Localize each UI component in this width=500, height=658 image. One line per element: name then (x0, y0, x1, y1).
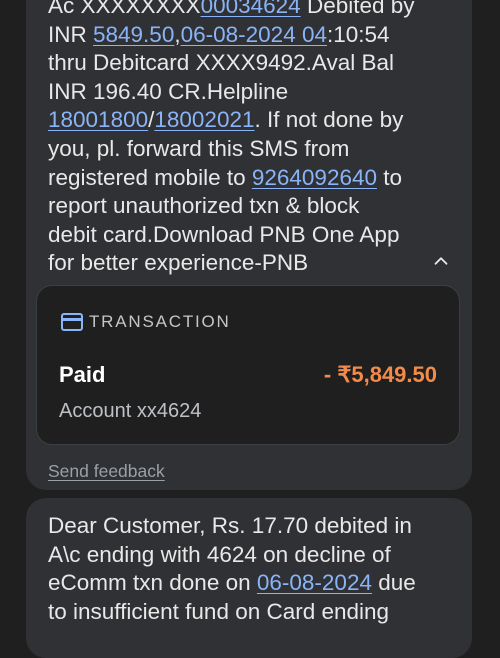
phone-number-link[interactable]: 9264092640 (252, 165, 377, 190)
sms-message-bubble[interactable]: Dear Customer, Rs. 17.70 debited in A\c … (26, 498, 472, 658)
chevron-up-icon[interactable] (430, 250, 452, 272)
sms-line: 18001800/18002021. If not done by (48, 107, 404, 133)
sms-line: A\c ending with 4624 on decline of (48, 541, 391, 567)
date-link[interactable]: 06-08-2024 04 (181, 22, 327, 47)
sms-line: thru Debitcard XXXX9492.Aval Bal (48, 50, 395, 76)
sms-line: registered mobile to 9264092640 to (48, 164, 403, 190)
transaction-label-text: TRANSACTION (89, 312, 231, 331)
sms-line: to insufficient fund on Card ending (48, 598, 390, 624)
transaction-card[interactable]: TRANSACTION Paid - ₹5,849.50 Account xx4… (36, 285, 460, 445)
credit-card-icon (61, 313, 83, 331)
sms-message-bubble[interactable]: Ac XXXXXXXX00034624 Debited by INR 5849.… (26, 0, 472, 490)
sms-line: INR 196.40 CR.Helpline (48, 78, 289, 104)
transaction-account: Account xx4624 (59, 400, 202, 422)
sms-line: Ac XXXXXXXX00034624 Debited by (48, 0, 448, 21)
sms-line: for better experience-PNB (48, 250, 309, 276)
helpline-link-1[interactable]: 18001800 (48, 107, 148, 132)
account-number-link[interactable]: 00034624 (201, 0, 301, 18)
send-feedback-link[interactable]: Send feedback (48, 461, 165, 482)
sms-message-text: Dear Customer, Rs. 17.70 debited in A\c … (48, 512, 448, 626)
sms-line: you, pl. forward this SMS from (48, 135, 350, 161)
amount-link[interactable]: 5849.50 (93, 22, 174, 47)
transaction-status: Paid (59, 362, 106, 387)
date-link[interactable]: 06-08-2024 (257, 570, 372, 595)
sms-line: report unauthorized txn & block (48, 193, 360, 219)
helpline-link-2[interactable]: 18002021 (154, 107, 254, 132)
transaction-label: TRANSACTION (61, 310, 231, 334)
sms-line: debit card.Download PNB One App (48, 221, 400, 247)
sms-line: INR 5849.50,06-08-2024 04:10:54 (48, 21, 390, 47)
sms-line: Dear Customer, Rs. 17.70 debited in (48, 513, 412, 538)
sms-message-text: Ac XXXXXXXX00034624 Debited by INR 5849.… (48, 0, 448, 278)
sms-line: eComm txn done on 06-08-2024 due (48, 570, 416, 596)
transaction-amount: - ₹5,849.50 (323, 362, 437, 387)
